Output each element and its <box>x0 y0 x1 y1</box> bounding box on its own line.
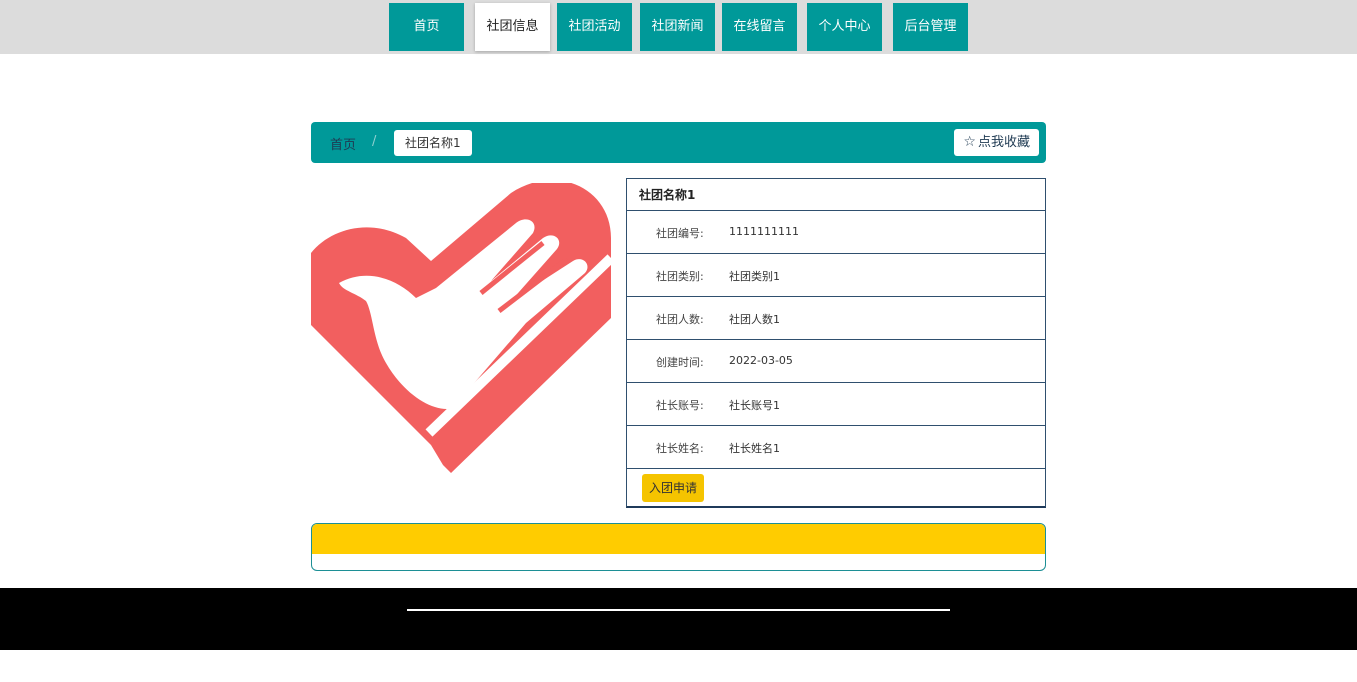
nav-club-news[interactable]: 社团新闻 <box>640 3 715 51</box>
field-value: 社长姓名1 <box>729 442 780 455</box>
club-info-table: 社团名称1 社团编号: 1111111111 社团类别: 社团类别1 社团人数:… <box>626 178 1046 508</box>
nav-home[interactable]: 首页 <box>389 3 464 51</box>
favorite-button[interactable]: ☆ 点我收藏 <box>954 129 1039 156</box>
nav-club-info[interactable]: 社团信息 <box>475 3 550 51</box>
club-name-title: 社团名称1 <box>627 179 1045 211</box>
field-value: 2022-03-05 <box>729 354 793 367</box>
join-club-button[interactable]: 入团申请 <box>642 474 705 502</box>
info-row-president-account: 社长账号: 社长账号1 <box>627 383 1045 426</box>
star-icon: ☆ <box>963 134 976 150</box>
field-label: 创建时间: <box>656 356 704 369</box>
breadcrumb-current: 社团名称1 <box>394 130 472 156</box>
breadcrumb-separator: / <box>372 134 377 149</box>
field-label: 社团人数: <box>656 313 704 326</box>
top-navigation: 首页 社团信息 社团活动 社团新闻 在线留言 个人中心 后台管理 <box>0 0 1357 54</box>
field-value: 社团类别1 <box>729 270 780 283</box>
description-header-band <box>312 524 1045 554</box>
breadcrumb: 首页 / 社团名称1 ☆ 点我收藏 <box>311 122 1046 163</box>
favorite-label: 点我收藏 <box>977 135 1030 150</box>
nav-online-message[interactable]: 在线留言 <box>722 3 797 51</box>
field-value: 社长账号1 <box>729 399 780 412</box>
field-value: 社团人数1 <box>729 313 780 326</box>
heart-hand-dove-logo-icon <box>311 180 615 474</box>
field-value: 1111111111 <box>729 225 799 238</box>
footer <box>0 588 1357 650</box>
info-row-member-count: 社团人数: 社团人数1 <box>627 297 1045 340</box>
field-label: 社团类别: <box>656 270 704 283</box>
field-label: 社长账号: <box>656 399 704 412</box>
info-row-created-date: 创建时间: 2022-03-05 <box>627 340 1045 383</box>
footer-divider <box>407 609 950 611</box>
nav-club-activities[interactable]: 社团活动 <box>557 3 632 51</box>
info-row-club-number: 社团编号: 1111111111 <box>627 211 1045 254</box>
breadcrumb-home-link[interactable]: 首页 <box>330 134 356 153</box>
field-label: 社长姓名: <box>656 442 704 455</box>
club-description-panel <box>311 523 1046 571</box>
nav-admin[interactable]: 后台管理 <box>893 3 968 51</box>
info-row-president-name: 社长姓名: 社长姓名1 <box>627 426 1045 469</box>
club-logo <box>311 180 615 475</box>
nav-personal-center[interactable]: 个人中心 <box>807 3 882 51</box>
field-label: 社团编号: <box>656 227 704 240</box>
info-action-row: 入团申请 <box>627 469 1045 506</box>
info-row-club-category: 社团类别: 社团类别1 <box>627 254 1045 297</box>
